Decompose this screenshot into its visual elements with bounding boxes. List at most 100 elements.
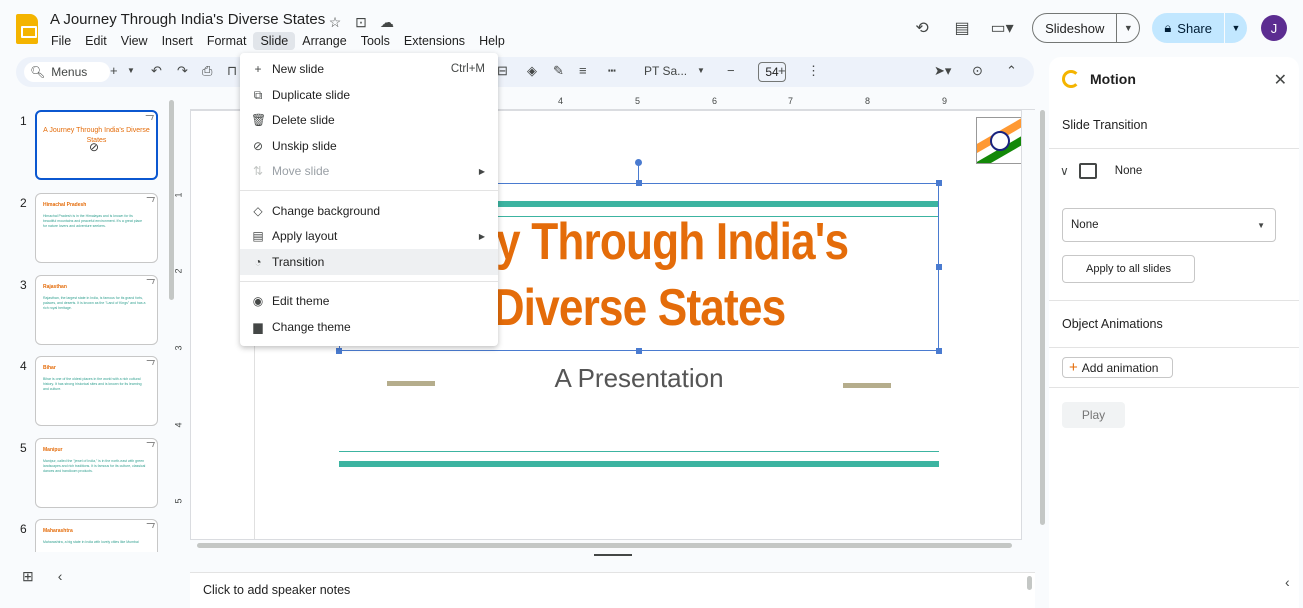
slide-menu-dropdown: + New slide Ctrl+M ⧉ Duplicate slide 🗑︎ … (240, 53, 498, 346)
notes-scrollbar[interactable] (1027, 576, 1032, 590)
crop-icon[interactable]: ⊟ (497, 63, 508, 79)
chevron-down-icon[interactable]: ∨ (1060, 164, 1069, 178)
share-button[interactable]: 🔒︎ Share ▼ (1152, 13, 1247, 43)
menu-slide[interactable]: Slide (253, 32, 296, 50)
undo-icon[interactable]: ↶ (151, 63, 162, 79)
ruler-tick: 6 (712, 96, 718, 106)
new-slide-dropdown-icon[interactable]: ▼ (127, 66, 135, 75)
increase-font-icon[interactable]: + (778, 63, 786, 78)
menu-item-label: Unskip slide (272, 139, 337, 153)
plus-icon: + (1069, 359, 1078, 376)
rotate-handle[interactable] (635, 159, 642, 166)
redo-icon[interactable]: ↷ (177, 63, 188, 79)
menu-item-label: Apply layout (272, 229, 338, 243)
play-button[interactable]: Play (1062, 402, 1125, 428)
menu-edit[interactable]: Edit (78, 32, 114, 50)
document-title[interactable]: A Journey Through India's Diverse States (50, 11, 325, 28)
font-dropdown-icon[interactable]: ▼ (697, 66, 705, 75)
menu-item-unskip-slide[interactable]: ⊘ Unskip slide (240, 133, 498, 159)
motion-icon[interactable]: ⊙ (972, 63, 983, 79)
move-icon: ⇅ (252, 164, 264, 178)
new-slide-icon[interactable]: + (110, 63, 118, 78)
divider (1049, 387, 1299, 388)
border-weight-icon[interactable]: ≡ (579, 63, 587, 78)
slide-thumbnail-6[interactable]: Maharashtra Maharashtra, a big state in … (35, 519, 158, 552)
slide-thumbnail-1[interactable]: A Journey Through India's Diverse States… (35, 110, 158, 180)
slideshow-label[interactable]: Slideshow (1033, 14, 1118, 42)
slideshow-button[interactable]: Slideshow ▼ (1032, 13, 1141, 43)
border-dash-icon[interactable]: ┅ (608, 63, 616, 79)
menu-item-apply-layout[interactable]: ▤ Apply layout ▶ (240, 223, 498, 249)
canvas-horizontal-scrollbar[interactable] (197, 543, 1012, 548)
resize-handle[interactable] (936, 348, 942, 354)
resize-handle[interactable] (936, 180, 942, 186)
india-flag-image[interactable] (976, 117, 1021, 164)
notes-resize-handle[interactable] (594, 554, 632, 556)
menu-arrange[interactable]: Arrange (295, 32, 353, 50)
slide-thumbnail-4[interactable]: Bihar Bihar is one of the oldest places … (35, 356, 158, 426)
font-family-select[interactable]: PT Sa... (644, 64, 687, 78)
account-avatar[interactable]: J (1261, 15, 1287, 41)
slide-thumbnail-5[interactable]: Manipur Manipur, called the "jewel of In… (35, 438, 158, 508)
menu-format[interactable]: Format (200, 32, 254, 50)
fill-color-icon[interactable]: ◈ (527, 63, 537, 79)
cloud-status-icon[interactable]: ☁ (378, 13, 396, 31)
canvas-vertical-scrollbar[interactable] (1040, 110, 1045, 525)
resize-handle[interactable] (636, 348, 642, 354)
menu-extensions[interactable]: Extensions (397, 32, 472, 50)
menu-file[interactable]: File (44, 32, 78, 50)
select-tool-icon[interactable]: ➤▾ (934, 63, 951, 79)
transition-summary-row[interactable]: ∨ None (1060, 163, 1142, 179)
transition-summary-label: None (1114, 165, 1143, 177)
share-dropdown-icon[interactable]: ▼ (1225, 23, 1247, 33)
transition-select-value: None (1071, 219, 1099, 231)
comments-icon[interactable]: ▤ (946, 13, 978, 43)
corner-mark-icon (144, 115, 154, 120)
menu-separator (240, 281, 498, 282)
ruler-tick: 7 (788, 96, 794, 106)
menu-item-duplicate-slide[interactable]: ⧉ Duplicate slide (240, 82, 498, 108)
motion-panel-title: Motion (1090, 71, 1136, 87)
lock-icon: 🔒︎ (1164, 20, 1172, 35)
menu-bar: File Edit View Insert Format Slide Arran… (44, 32, 512, 50)
decrease-font-icon[interactable]: − (727, 63, 735, 78)
border-color-icon[interactable]: ✎ (553, 63, 564, 79)
close-icon[interactable]: ✕ (1274, 70, 1287, 90)
menu-item-edit-theme[interactable]: ◉ Edit theme (240, 288, 498, 314)
menu-item-delete-slide[interactable]: 🗑︎ Delete slide (240, 107, 498, 133)
slides-logo-icon[interactable] (16, 14, 38, 44)
menu-item-change-background[interactable]: ◇ Change background (240, 198, 498, 224)
menu-item-change-theme[interactable]: ▆ Change theme (240, 314, 498, 340)
meet-call-icon[interactable]: ▭▾ (986, 13, 1018, 43)
menu-view[interactable]: View (114, 32, 155, 50)
menus-search[interactable]: 🔍︎ Menus (24, 62, 110, 82)
transition-type-select[interactable]: None ▼ (1062, 208, 1276, 242)
star-icon[interactable]: ☆ (326, 13, 344, 31)
menu-item-new-slide[interactable]: + New slide Ctrl+M (240, 56, 498, 82)
version-history-icon[interactable]: ⟲ (906, 13, 938, 43)
apply-to-all-slides-button[interactable]: Apply to all slides (1062, 255, 1195, 283)
more-options-icon[interactable]: ⋮ (807, 63, 820, 79)
print-icon[interactable]: ⎙ (202, 63, 212, 79)
collapse-toolbar-icon[interactable]: ⌃ (1006, 63, 1017, 79)
resize-handle[interactable] (936, 264, 942, 270)
collapse-filmstrip-icon[interactable]: ‹ (58, 568, 63, 585)
slide-subtitle[interactable]: A Presentation (339, 363, 939, 394)
resize-handle[interactable] (336, 348, 342, 354)
add-animation-button[interactable]: + Add animation (1062, 357, 1173, 378)
menu-tools[interactable]: Tools (354, 32, 397, 50)
add-animation-label: Add animation (1081, 360, 1159, 375)
move-folder-icon[interactable]: ⊡ (352, 13, 370, 31)
slide-thumbnail-2[interactable]: Himachal Pradesh Himachal Pradesh is in … (35, 193, 158, 263)
speaker-notes[interactable]: Click to add speaker notes (190, 572, 1035, 608)
slideshow-dropdown-icon[interactable]: ▼ (1117, 23, 1139, 33)
resize-handle[interactable] (636, 180, 642, 186)
slide-thumbnail-3[interactable]: Rajasthan Rajasthan, the largest state i… (35, 275, 158, 345)
menu-help[interactable]: Help (472, 32, 512, 50)
collapse-side-panel-icon[interactable]: ‹ (1285, 574, 1290, 590)
paint-format-icon[interactable]: ⊓ (227, 63, 237, 79)
menu-item-transition[interactable]: ◔ Transition (240, 249, 498, 275)
menu-item-label: New slide (272, 62, 325, 76)
grid-view-icon[interactable]: ⊞ (22, 568, 34, 585)
menu-insert[interactable]: Insert (155, 32, 200, 50)
